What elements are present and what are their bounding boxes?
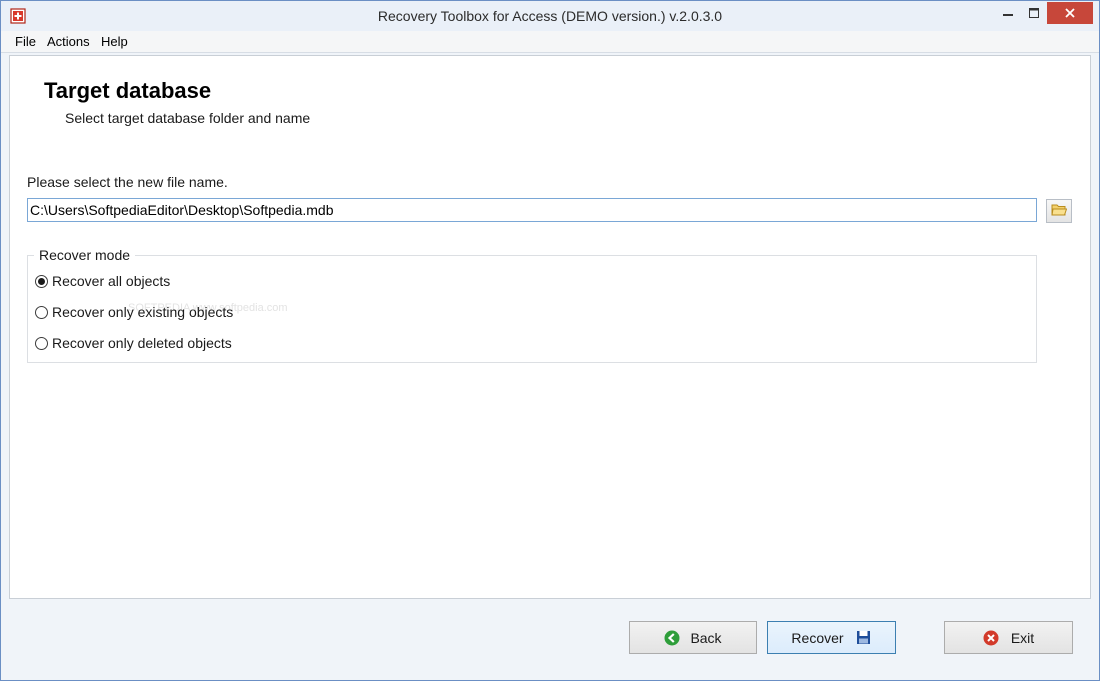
app-window: Recovery Toolbox for Access (DEMO versio…: [0, 0, 1100, 681]
radio-recover-all[interactable]: Recover all objects: [35, 273, 170, 289]
back-button[interactable]: Back: [629, 621, 757, 654]
close-icon: [1065, 6, 1075, 21]
minimize-button[interactable]: [995, 2, 1021, 24]
file-name-prompt: Please select the new file name.: [27, 174, 228, 190]
radio-label: Recover only existing objects: [52, 304, 234, 320]
maximize-icon: [1029, 6, 1039, 21]
target-path-input[interactable]: [27, 198, 1037, 222]
exit-button[interactable]: Exit: [944, 621, 1073, 654]
recover-mode-legend: Recover mode: [34, 247, 136, 263]
radio-button[interactable]: [35, 336, 48, 350]
save-disk-icon: [856, 630, 872, 646]
radio-button[interactable]: [35, 305, 48, 319]
browse-button[interactable]: [1046, 199, 1072, 223]
back-label: Back: [690, 629, 722, 646]
radio-recover-existing[interactable]: Recover only existing objects: [35, 304, 233, 320]
recover-button[interactable]: Recover: [767, 621, 896, 654]
folder-open-icon: [1051, 203, 1068, 220]
exit-x-icon: [983, 630, 999, 646]
page-title: Target database: [44, 78, 212, 103]
menu-file[interactable]: File: [15, 34, 36, 49]
window-title: Recovery Toolbox for Access (DEMO versio…: [377, 8, 723, 24]
wizard-content-panel: Target database Select target database f…: [9, 55, 1091, 599]
radio-recover-deleted[interactable]: Recover only deleted objects: [35, 335, 232, 351]
minimize-icon: [1003, 6, 1013, 21]
menu-actions[interactable]: Actions: [47, 34, 90, 49]
radio-button-selected[interactable]: [35, 274, 48, 288]
exit-label: Exit: [1010, 629, 1035, 646]
maximize-button[interactable]: [1021, 2, 1047, 24]
back-arrow-icon: [664, 630, 680, 646]
menu-help[interactable]: Help: [101, 34, 128, 49]
close-button[interactable]: [1047, 2, 1093, 24]
menu-bar: File Actions Help: [1, 31, 1099, 53]
radio-label: Recover all objects: [52, 273, 171, 289]
recover-label: Recover: [791, 629, 844, 646]
title-bar[interactable]: Recovery Toolbox for Access (DEMO versio…: [1, 1, 1099, 31]
radio-label: Recover only deleted objects: [52, 335, 232, 351]
page-subtitle: Select target database folder and name: [65, 110, 311, 126]
